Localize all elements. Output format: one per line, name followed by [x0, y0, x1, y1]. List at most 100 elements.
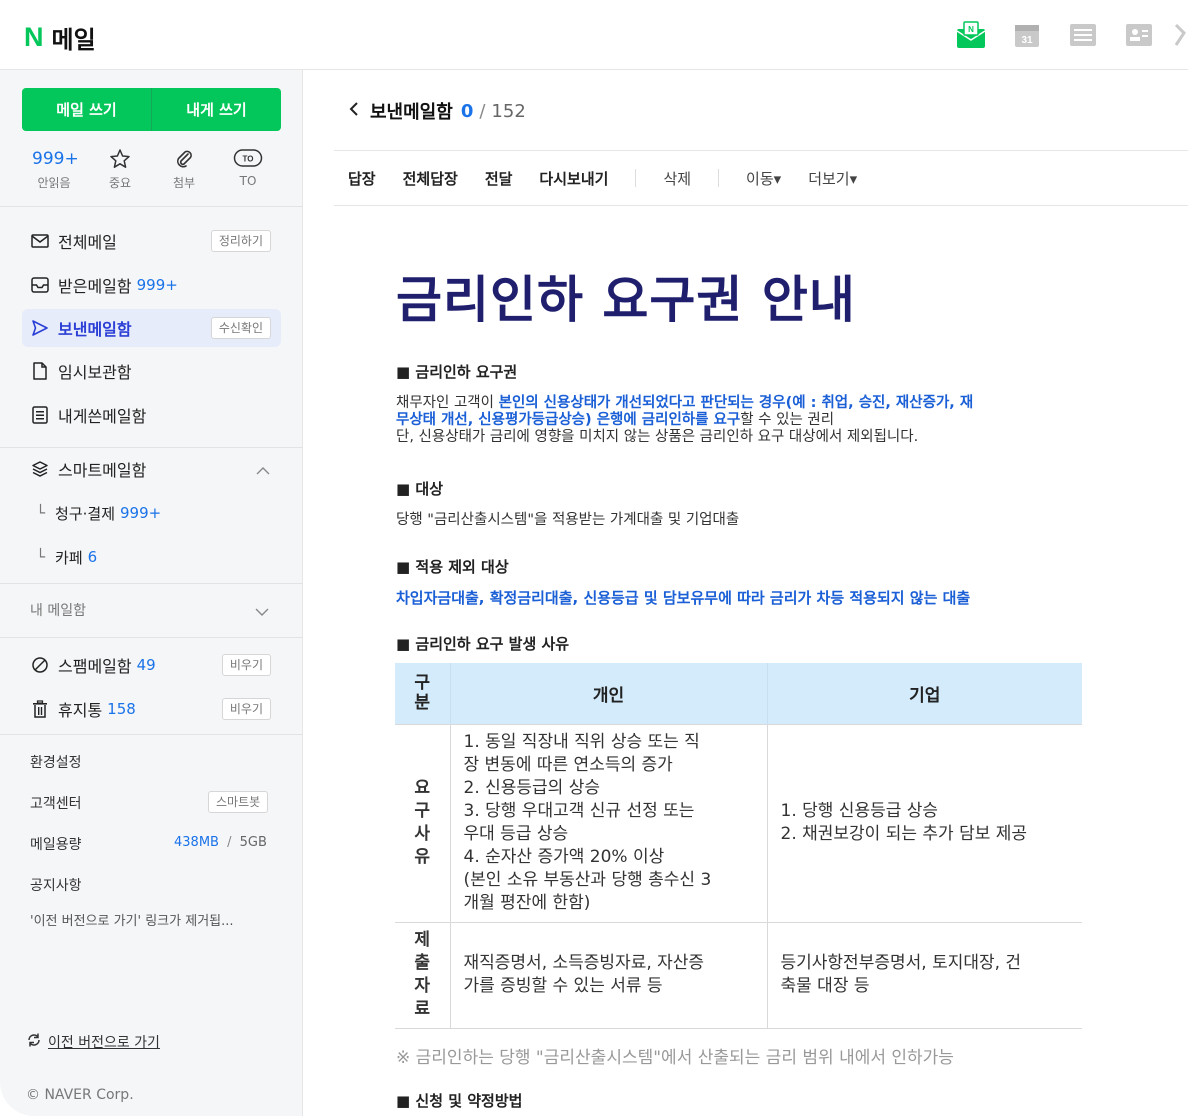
copyright: © NAVER Corp. [26, 1087, 134, 1103]
sidebar-divider [0, 206, 303, 207]
settings-link[interactable]: 환경설정 [30, 752, 82, 772]
storage-label: 메일용량 [30, 837, 82, 853]
empty-spam-button[interactable]: 비우기 [221, 654, 271, 676]
sidebar-item-self-mail[interactable]: 내게쓴메일함 [22, 396, 281, 434]
compose-button[interactable]: 메일 쓰기 [22, 88, 151, 131]
notice-text[interactable]: '이전 버전으로 가기' 링크가 제거됩... [30, 910, 285, 929]
storage-usage: 438MB / 5GB [174, 835, 267, 850]
storage-separator: / [227, 835, 232, 850]
notice-label: 공지사항 [30, 878, 82, 894]
section-heading: ■ 신청 및 약정방법 [396, 1092, 523, 1110]
sidebar-item-drafts[interactable]: 임시보관함 [22, 352, 281, 390]
my-mailbox-header[interactable]: 내 메일함 [30, 600, 86, 620]
sidebar-item-sent[interactable]: 보낸메일함 수신확인 [22, 309, 281, 347]
row-category: 요구사유 [395, 723, 450, 922]
to-icon: TO [230, 148, 266, 170]
reply-all-button[interactable]: 전체답장 [403, 168, 458, 189]
unread-count: 999+ [32, 149, 79, 169]
move-dropdown[interactable]: 이동▾ [746, 168, 781, 189]
sidebar-item-label: 카페 [55, 548, 83, 567]
toolbar-divider [718, 169, 720, 187]
top-bar: N 메일 N 31 [0, 0, 1188, 70]
mail-toolbar: 답장 전체답장 전달 다시보내기 삭제 이동▾ 더보기▾ [334, 150, 1188, 206]
quick-important[interactable]: 중요 [102, 148, 138, 191]
body-line: 채무자인 고객이 본인의 신용상태가 개선되었다고 판단되는 경우(예 : 취업… [396, 395, 974, 411]
section-heading: ■ 금리인하 요구권 [396, 363, 518, 381]
header-corporate: 기업 [766, 663, 1082, 724]
sidebar-item-smart-mailbox[interactable]: 스마트메일함 [22, 450, 281, 488]
sidebar-item-label: 받은메일함 [58, 277, 132, 296]
sidebar-divider [0, 447, 303, 448]
attachment-label: 첨부 [172, 176, 196, 190]
empty-trash-button[interactable]: 비우기 [221, 698, 271, 720]
sidebar-item-label: 스마트메일함 [58, 461, 147, 480]
refresh-icon [26, 1032, 42, 1052]
quick-unread[interactable]: 999+ 안읽음 [32, 148, 79, 191]
quick-to-me[interactable]: TO TO [230, 148, 266, 188]
table-header-row: 구분 개인 기업 [395, 663, 1082, 724]
forward-button[interactable]: 전달 [485, 168, 513, 189]
section-heading: ■ 적용 제외 대상 [396, 558, 509, 576]
folder-title[interactable]: 보낸메일함 [370, 98, 453, 124]
sidebar-item-billing[interactable]: └ 청구·결제 999+ [36, 498, 161, 528]
self-compose-button[interactable]: 내게 쓰기 [152, 88, 281, 131]
address-book-icon[interactable] [1124, 20, 1154, 50]
mail-app-icon[interactable]: N [956, 20, 986, 50]
delete-button[interactable]: 삭제 [663, 168, 691, 189]
header-personal: 개인 [449, 663, 767, 724]
sidebar-item-label: 전체메일 [58, 233, 117, 252]
trash-icon [30, 699, 50, 719]
envelope-icon [30, 231, 50, 251]
quick-attachment[interactable]: 첨부 [166, 148, 202, 191]
mail-view: 보낸메일함 0 / 152 답장 전체답장 전달 다시보내기 삭제 이동▾ 더보… [304, 70, 1188, 1116]
inbox-icon [30, 275, 50, 295]
inbox-count: 999+ [136, 276, 178, 294]
block-icon [30, 655, 50, 675]
svg-text:N: N [968, 25, 974, 34]
memo-app-icon[interactable] [1174, 20, 1188, 50]
sidebar-item-spam[interactable]: 스팸메일함 49 비우기 [22, 646, 281, 684]
read-receipt-button[interactable]: 수신확인 [210, 317, 271, 339]
back-chevron-icon[interactable] [348, 101, 360, 122]
organize-button[interactable]: 정리하기 [210, 230, 271, 252]
sidebar-item-trash[interactable]: 휴지통 158 비우기 [22, 690, 281, 728]
chevron-up-icon[interactable] [255, 462, 271, 481]
calendar-app-icon[interactable]: 31 [1012, 20, 1042, 50]
smart-bot-button[interactable]: 스마트봇 [208, 791, 269, 813]
mail-title: 금리인하 요구권 안내 [396, 271, 856, 329]
paperclip-icon [166, 148, 202, 170]
sidebar: 메일 쓰기 내게 쓰기 999+ 안읽음 중요 첨부 TO TO 전체메일 정리… [0, 70, 303, 1116]
previous-version-link[interactable]: 이전 버전으로 가기 [26, 1032, 160, 1052]
more-dropdown[interactable]: 더보기▾ [808, 168, 857, 189]
sidebar-item-label: 내게쓴메일함 [58, 407, 147, 426]
body-line: 단, 신용상태가 금리에 영향을 미치지 않는 상품은 금리인하 요구 대상에서… [396, 429, 919, 445]
cafe-count: 6 [87, 548, 98, 566]
quick-filters: 999+ 안읽음 중요 첨부 TO TO [22, 148, 281, 192]
header-category: 구분 [395, 663, 450, 724]
total-count: 152 [491, 100, 526, 122]
contacts-list-icon[interactable] [1068, 20, 1098, 50]
support-link[interactable]: 고객센터 [30, 793, 82, 813]
section-body: 당행 "금리산출시스템"을 적용받는 가계대출 및 기업대출 [396, 512, 740, 528]
sidebar-item-label: 임시보관함 [58, 363, 132, 382]
body-line: 무상태 개선, 신용평가등급상승) 은행에 금리인하를 요구할 수 있는 권리 [396, 412, 835, 428]
sidebar-divider [0, 583, 303, 584]
svg-text:31: 31 [1021, 35, 1033, 46]
resend-button[interactable]: 다시보내기 [539, 168, 608, 189]
sidebar-item-cafe[interactable]: └ 카페 6 [36, 542, 97, 572]
personal-cell: 재직증명서, 소득증빙자료, 자산증 가를 증빙할 수 있는 서류 등 [449, 921, 767, 1029]
sidebar-divider [0, 734, 303, 735]
spam-count: 49 [136, 656, 156, 674]
section-heading: ■ 금리인하 요구 발생 사유 [396, 635, 570, 653]
naver-mail-logo[interactable]: N 메일 [24, 20, 96, 55]
tree-branch-icon: └ [36, 548, 46, 566]
sidebar-item-label: 청구·결제 [55, 504, 115, 523]
chevron-down-icon[interactable] [254, 603, 270, 622]
reply-button[interactable]: 답장 [348, 168, 376, 189]
svg-text:TO: TO [243, 155, 254, 164]
star-icon [102, 148, 138, 170]
sidebar-item-inbox[interactable]: 받은메일함 999+ [22, 266, 281, 304]
corporate-cell: 등기사항전부증명서, 토지대장, 건 축물 대장 등 [766, 921, 1082, 1029]
sidebar-item-all-mail[interactable]: 전체메일 정리하기 [22, 222, 281, 260]
toolbar-divider [635, 169, 637, 187]
